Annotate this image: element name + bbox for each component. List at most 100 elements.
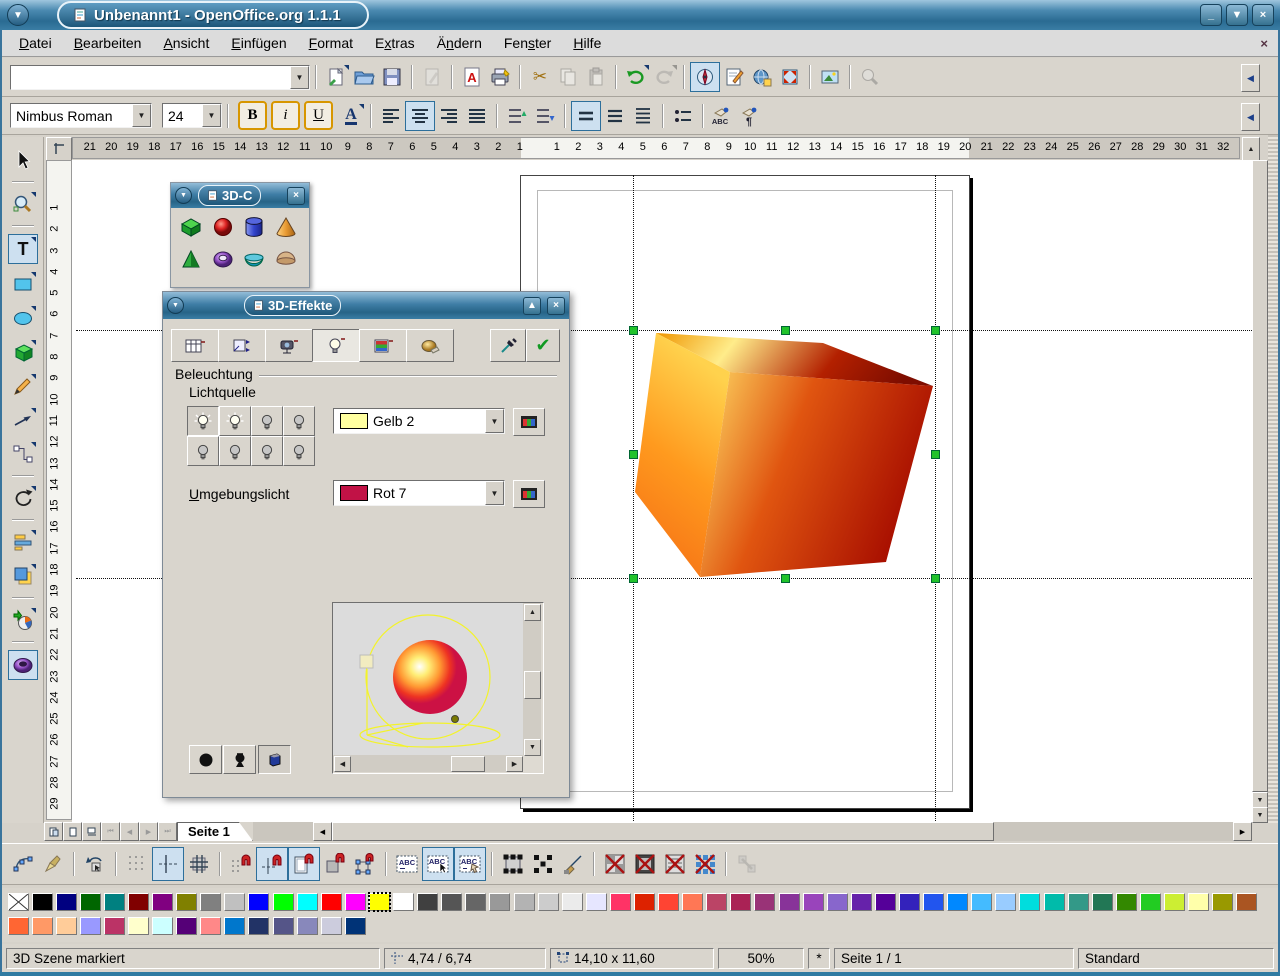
- curve-tool-button[interactable]: [9, 372, 37, 400]
- menu-hilfe[interactable]: Hilfe: [562, 31, 612, 55]
- select-text-area-button[interactable]: ABC: [422, 847, 454, 881]
- rotation-mode-button[interactable]: [80, 848, 110, 880]
- align-right-button[interactable]: [435, 102, 463, 130]
- font-size-combobox[interactable]: 24 ▼: [162, 103, 222, 128]
- color-swatch[interactable]: [514, 893, 535, 911]
- new-document-button[interactable]: [322, 63, 350, 91]
- color-swatch[interactable]: [1140, 893, 1161, 911]
- preview-scroll-left-icon[interactable]: ◀: [334, 756, 351, 772]
- color-swatch[interactable]: [56, 893, 77, 911]
- text-placeholder-button[interactable]: [660, 848, 690, 880]
- color-swatch[interactable]: [875, 893, 896, 911]
- next-page-button[interactable]: ▶: [139, 822, 158, 841]
- color-swatch[interactable]: [56, 917, 77, 935]
- preview-scroll-right-icon[interactable]: ▶: [506, 756, 523, 772]
- color-swatch[interactable]: [827, 893, 848, 911]
- vscroll-thumb[interactable]: [1252, 160, 1268, 792]
- bullets-button[interactable]: [669, 102, 697, 130]
- modify-with-attributes-button[interactable]: [498, 848, 528, 880]
- decrease-paragraph-spacing-button[interactable]: [531, 102, 559, 130]
- connector-tool-button[interactable]: [9, 440, 37, 468]
- font-name-combobox[interactable]: Nimbus Roman ▼: [10, 103, 152, 128]
- menu-extras[interactable]: Extras: [364, 31, 426, 55]
- vscroll-down-icon[interactable]: ▼: [1252, 792, 1268, 808]
- color-swatch[interactable]: [489, 893, 510, 911]
- vscroll-down2-icon[interactable]: ▼: [1252, 807, 1268, 823]
- line-placeholder-button[interactable]: [690, 848, 720, 880]
- light-source-1-button-lit[interactable]: [187, 406, 219, 436]
- align-left-button[interactable]: [377, 102, 405, 130]
- color-swatch[interactable]: [345, 893, 366, 911]
- close-document-icon[interactable]: ×: [1260, 36, 1268, 51]
- 3d-cube-button[interactable]: [177, 213, 205, 241]
- color-swatch[interactable]: [947, 893, 968, 911]
- rotate-tool-button[interactable]: [9, 484, 37, 512]
- menu-bearbeiten[interactable]: Bearbeiten: [63, 31, 153, 55]
- hyperlink-button[interactable]: [748, 63, 776, 91]
- redo-button[interactable]: [650, 63, 678, 91]
- navigator-button[interactable]: [690, 62, 720, 92]
- ambient-color-dialog-button[interactable]: [513, 480, 545, 508]
- window-menu-icon[interactable]: ▼: [7, 4, 29, 26]
- color-swatch[interactable]: [176, 893, 197, 911]
- color-swatch[interactable]: [393, 893, 414, 911]
- insert-tool-button[interactable]: [9, 606, 37, 634]
- color-swatch[interactable]: [32, 893, 53, 911]
- snap-to-object-points-button[interactable]: [350, 848, 380, 880]
- tab-shading[interactable]: [265, 329, 313, 362]
- font-name-dropdown[interactable]: ▼: [132, 104, 151, 127]
- color-swatch[interactable]: [586, 893, 607, 911]
- dropper-button[interactable]: [490, 329, 526, 362]
- edit-file-button[interactable]: [418, 63, 446, 91]
- double-click-edit-text-button[interactable]: ABC: [454, 847, 486, 881]
- color-swatch[interactable]: [538, 893, 559, 911]
- hscroll-right-icon[interactable]: ▶: [1233, 822, 1252, 841]
- contour-placeholder-button[interactable]: [630, 848, 660, 880]
- light-source-4-button[interactable]: [283, 406, 315, 436]
- line-spacing-1-button[interactable]: [571, 101, 601, 131]
- color-swatch[interactable]: [1188, 893, 1209, 911]
- 3d-effects-dialog[interactable]: ▼ 3D-Effekte ▲ × ✔ Beleuchtung Lichtquel…: [162, 291, 570, 798]
- ambient-color-dropdown[interactable]: ▼: [485, 481, 504, 505]
- vertical-scrollbar[interactable]: ▼ ▼: [1252, 160, 1268, 822]
- view-mode-master-button[interactable]: [63, 822, 82, 841]
- color-swatch[interactable]: [321, 893, 342, 911]
- selection-handle[interactable]: [629, 326, 638, 335]
- light-color-dialog-button[interactable]: [513, 408, 545, 436]
- minimize-button[interactable]: _: [1200, 4, 1222, 26]
- view-mode-layer-button[interactable]: [82, 822, 101, 841]
- lines-arrows-tool-button[interactable]: [9, 406, 37, 434]
- color-swatch[interactable]: [730, 893, 751, 911]
- light-source-6-button[interactable]: [219, 436, 251, 466]
- tab-illumination[interactable]: [312, 329, 360, 362]
- palette-close-icon[interactable]: ×: [287, 187, 305, 205]
- dialog-rollup-icon[interactable]: ▲: [523, 297, 541, 315]
- 3d-cone-button[interactable]: [272, 213, 300, 241]
- light-source-7-button[interactable]: [251, 436, 283, 466]
- preview-vertical-scrollbar[interactable]: ▲ ▼: [523, 603, 541, 755]
- arrange-tool-button[interactable]: [9, 562, 37, 590]
- glue-points-button[interactable]: [38, 848, 68, 880]
- color-swatch[interactable]: [465, 893, 486, 911]
- line-spacing-2-button[interactable]: [629, 102, 657, 130]
- light-preview-panel[interactable]: ▲ ▼ ◀ ▶: [332, 602, 544, 774]
- quick-edit-button[interactable]: ABC: [392, 848, 422, 880]
- color-swatch[interactable]: [417, 893, 438, 911]
- color-swatch[interactable]: [297, 917, 318, 935]
- edit-points-button[interactable]: [8, 848, 38, 880]
- underline-button[interactable]: U: [304, 101, 333, 130]
- light-source-5-button[interactable]: [187, 436, 219, 466]
- color-swatch[interactable]: [128, 893, 149, 911]
- color-swatch[interactable]: [971, 893, 992, 911]
- print-button[interactable]: [486, 63, 514, 91]
- italic-button[interactable]: i: [271, 101, 300, 130]
- color-swatch[interactable]: [80, 893, 101, 911]
- hscroll-left-icon[interactable]: ◀: [313, 822, 332, 841]
- color-swatch[interactable]: [128, 917, 149, 935]
- assign-button[interactable]: ✔: [526, 329, 560, 362]
- color-swatch[interactable]: [297, 893, 318, 911]
- window-resize-strip[interactable]: [1268, 135, 1278, 823]
- maximize-button[interactable]: ▼: [1226, 4, 1248, 26]
- color-swatch[interactable]: [1068, 893, 1089, 911]
- color-swatch[interactable]: [224, 893, 245, 911]
